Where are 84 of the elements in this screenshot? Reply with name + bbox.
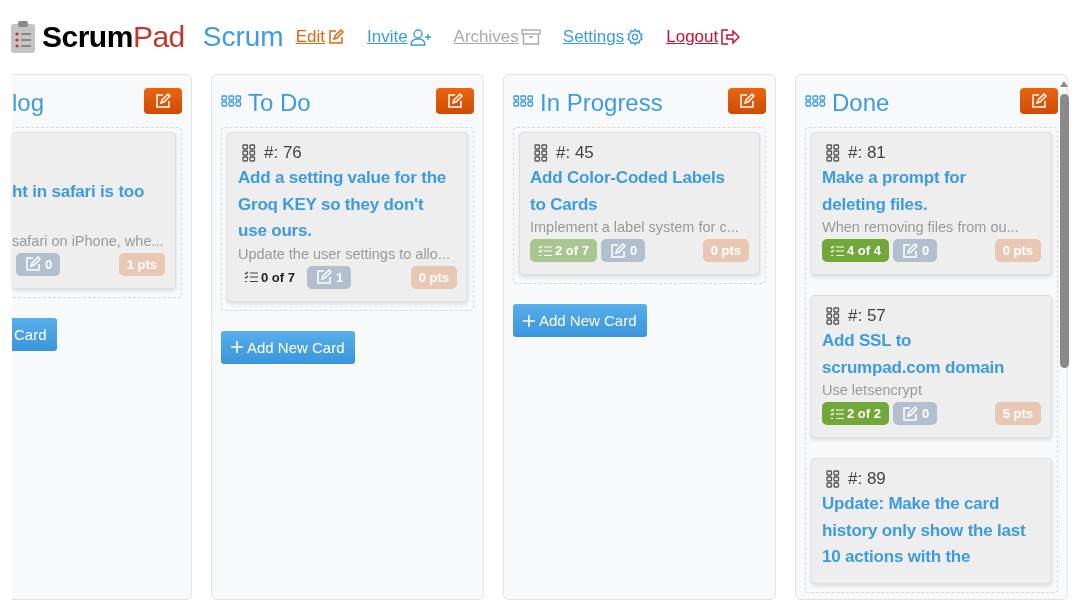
card-description: Use letsencrypt [822, 382, 923, 398]
nav-link[interactable]: Archives [453, 27, 541, 47]
app-logo[interactable]: ScrumPad [42, 20, 185, 54]
note-icon [608, 241, 627, 260]
card-description: When removing files from ou... [822, 219, 1020, 235]
card-description: safari on iPhone, whe... [12, 232, 165, 249]
card-number: #: 57 [848, 306, 886, 326]
note-icon [24, 255, 42, 273]
column-title: log [12, 88, 46, 117]
card-number: #: 89 [848, 469, 886, 489]
note-icon [900, 241, 919, 260]
plus-icon [523, 314, 535, 327]
add-card-button[interactable]: Add New Card [221, 330, 355, 364]
checklist-icon [830, 407, 844, 420]
scroll-up-icon[interactable] [1059, 80, 1069, 88]
checklist-badge: 2 of 2 [822, 402, 889, 425]
comments-badge: 0 [600, 239, 646, 262]
grid-icon [805, 94, 826, 108]
plus-icon [231, 341, 243, 353]
points-badge: 1 pts [118, 252, 165, 276]
edit-icon [326, 28, 345, 46]
nav-link[interactable]: Logout [666, 27, 741, 47]
task-card[interactable]: #: 45 Add Color-Coded Labels to Cards Implement a label system for c... 2 of 7 0 0 pts [519, 132, 760, 275]
clipboard-icon [10, 20, 36, 54]
comments-badge: 0 [892, 239, 938, 262]
task-card[interactable]: #: 89 Update: Make the card history only show the last 10 actions with the [811, 458, 1052, 584]
logout-icon [720, 28, 741, 46]
note-icon [314, 268, 333, 286]
task-card[interactable]: ht in safari is too safari on iPhone, whe... 0 1 pts [12, 132, 176, 289]
task-card[interactable]: #: 81 Make a prompt for deleting files. When removing files from ou... 4 of 4 0 0 pts [811, 132, 1052, 275]
checklist-count: 0 of 7 [261, 269, 295, 285]
nav-link[interactable]: Settings [562, 27, 645, 47]
grid-icon [826, 306, 840, 326]
edit-column-button[interactable] [728, 88, 766, 114]
card-title[interactable]: Add Color-Coded Labels to Cards [530, 165, 749, 218]
card-description: Implement a label system for c... [530, 219, 740, 235]
edit-column-button[interactable] [144, 88, 182, 114]
column-title: To Do [248, 88, 312, 117]
grid-icon [513, 94, 534, 108]
edit-icon [1030, 92, 1048, 110]
checklist-icon [244, 271, 258, 283]
checklist-badge: 2 of 7 [530, 239, 597, 262]
comments-badge: 1 [306, 265, 352, 289]
column-title: In Progress [540, 88, 664, 117]
column-title: Done [832, 88, 891, 117]
points-badge: 0 pts [702, 239, 749, 262]
card-number: #: 81 [848, 143, 886, 163]
card-title[interactable]: Add SSL to scrumpad.com domain [822, 328, 1041, 381]
points-badge: 0 pts [994, 239, 1041, 262]
add-card-button[interactable]: Card [12, 317, 57, 351]
grid-icon [242, 143, 256, 163]
settings-icon [626, 28, 645, 46]
edit-column-button[interactable] [436, 88, 474, 114]
card-title[interactable]: Add a setting value for the Groq KEY so they don't use ours. [238, 165, 457, 245]
checklist-icon [538, 244, 552, 257]
edit-icon [154, 92, 172, 110]
grid-icon [221, 94, 242, 108]
grid-icon [826, 143, 840, 163]
add-card-button[interactable]: Add New Card [513, 304, 647, 337]
comments-badge: 0 [892, 402, 938, 425]
archive-box-icon [520, 28, 541, 46]
nav-link[interactable]: Edit [295, 27, 345, 47]
note-icon [900, 404, 919, 423]
checklist-icon [830, 244, 844, 257]
edit-column-button[interactable] [1020, 88, 1058, 114]
board-title: Scrum [202, 21, 284, 53]
nav-link[interactable]: Invite [366, 27, 432, 47]
card-number: #: 76 [264, 143, 302, 163]
card-title[interactable]: Make a prompt for deleting files. [822, 165, 1041, 218]
card-title[interactable]: ht in safari is too [12, 143, 165, 206]
comments-badge: 0 [16, 252, 61, 276]
points-badge: 0 pts [410, 265, 457, 289]
edit-icon [446, 92, 464, 110]
add-user-icon [409, 28, 432, 46]
checklist-badge: 4 of 4 [822, 239, 889, 262]
grid-icon [534, 143, 548, 163]
card-number: #: 45 [556, 143, 594, 163]
card-title[interactable]: Update: Make the card history only show the last 10 actions with the [822, 491, 1041, 571]
points-badge: 5 pts [994, 402, 1041, 425]
grid-icon [826, 469, 840, 489]
task-card[interactable]: #: 76 Add a setting value for the Groq KEY so they don't use ours. Update the user settings to allo... 0 of 7 1 0 pts [227, 132, 468, 302]
card-description: Update the user settings to allo... [238, 245, 451, 262]
task-card[interactable]: #: 57 Add SSL to scrumpad.com domain Use letsencrypt 2 of 2 0 5 pts [811, 295, 1052, 438]
edit-icon [738, 92, 756, 110]
